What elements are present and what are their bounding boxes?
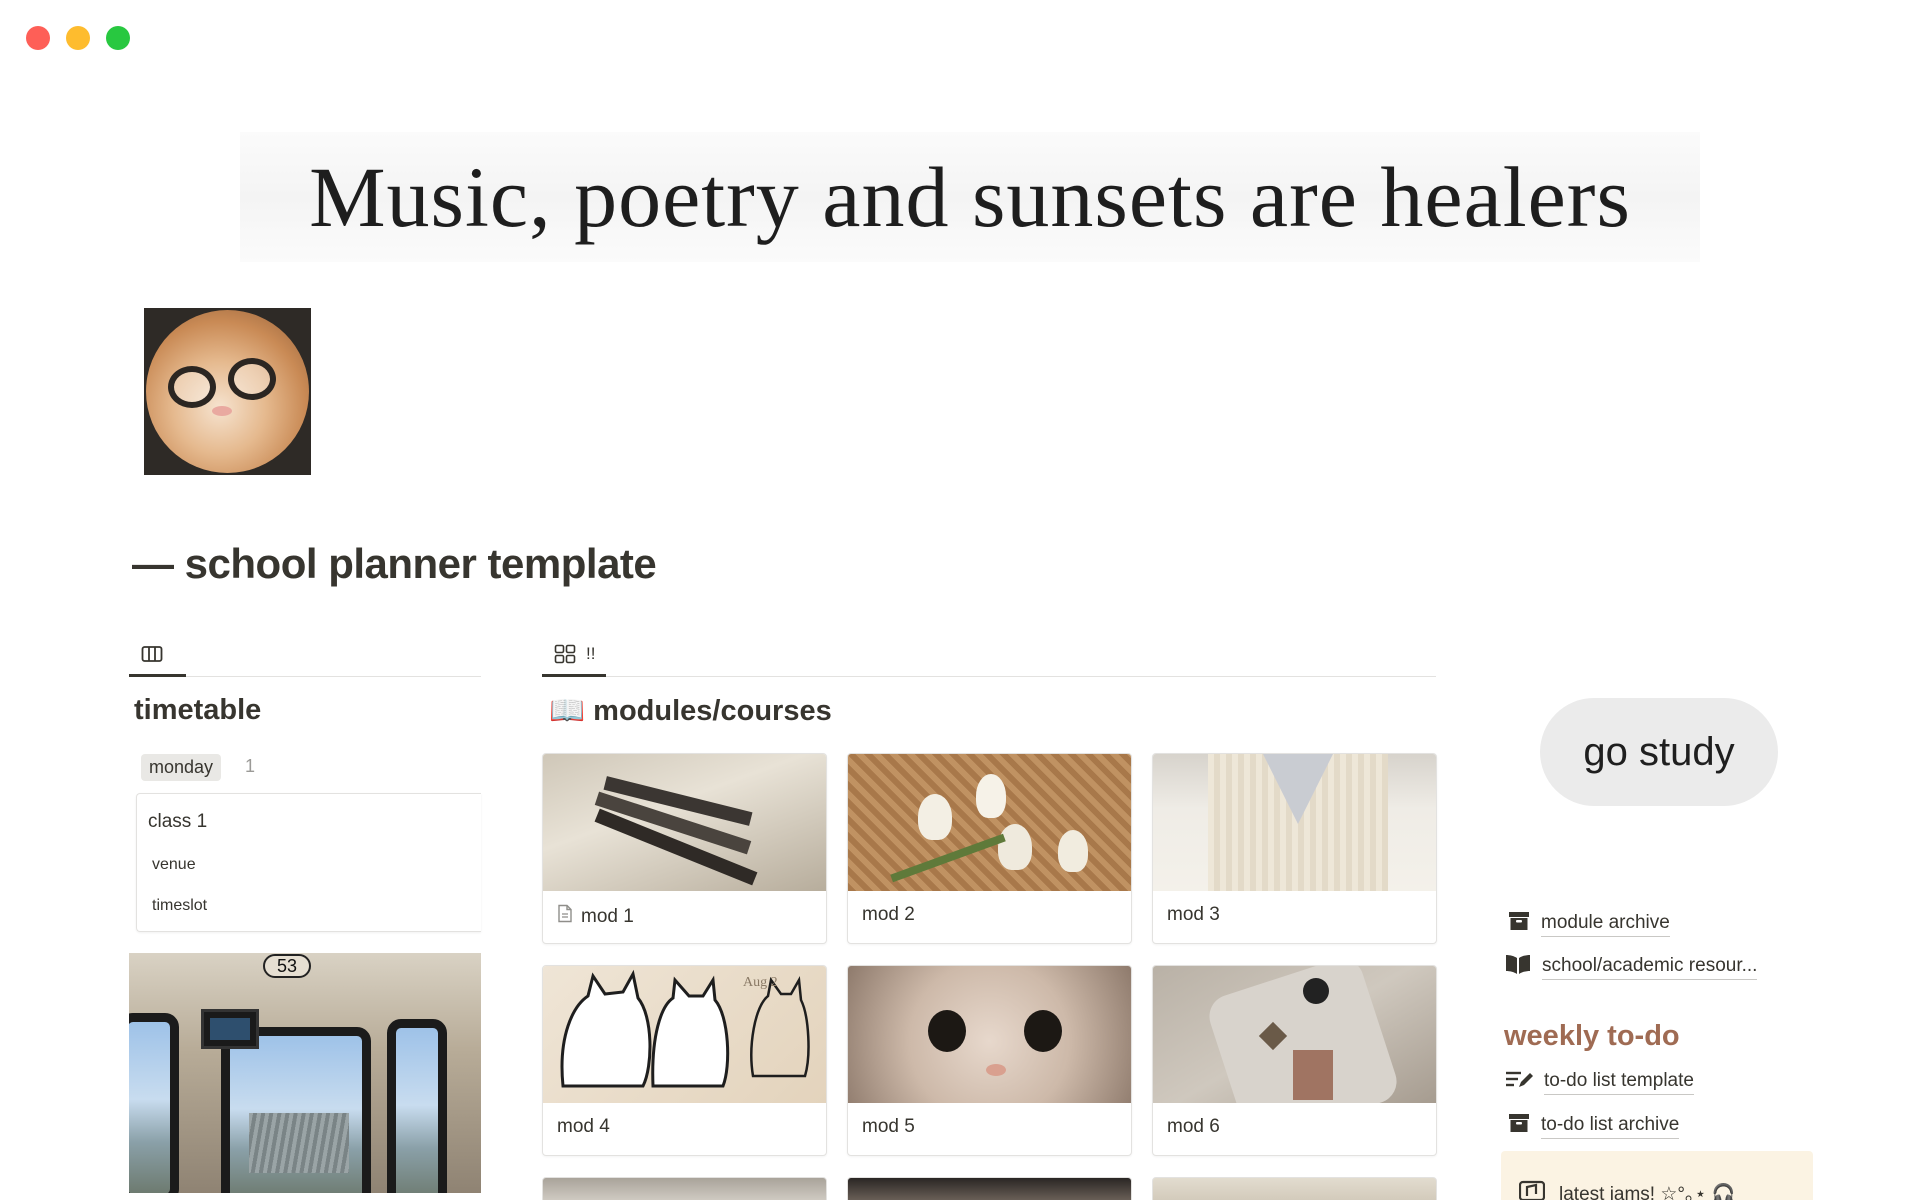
books-in-tote-bag-image bbox=[543, 754, 826, 891]
gallery-grid-icon bbox=[554, 644, 576, 664]
cat-doodles-image: Aug 2 bbox=[543, 966, 826, 1103]
module-card-5-label: mod 5 bbox=[862, 1116, 915, 1137]
module-card-2[interactable]: mod 2 bbox=[847, 753, 1132, 944]
timetable-title: timetable bbox=[134, 694, 262, 726]
module-card-4[interactable]: Aug 2 mod 4 bbox=[542, 965, 827, 1156]
archive-box-icon bbox=[1508, 910, 1530, 938]
page-icon-avatar[interactable] bbox=[144, 308, 311, 475]
tram-number-badge: 53 bbox=[263, 954, 311, 978]
tram-rail-track bbox=[249, 1113, 349, 1173]
class-venue: venue bbox=[152, 856, 196, 873]
module-card-4-label: mod 4 bbox=[557, 1116, 610, 1137]
class-timeslot: timeslot bbox=[152, 897, 208, 914]
module-card-7-partial[interactable] bbox=[542, 1177, 827, 1200]
module-card-6-label: mod 6 bbox=[1167, 1116, 1220, 1137]
module-card-9-partial[interactable] bbox=[1152, 1177, 1437, 1200]
page-title: — school planner template bbox=[132, 540, 657, 587]
modules-view-tabs: !! bbox=[542, 632, 1436, 677]
glasses-right-lens bbox=[228, 358, 276, 400]
close-window-button[interactable] bbox=[26, 26, 50, 50]
timetable-view-tabs bbox=[129, 632, 481, 677]
modules-title-text: modules/courses bbox=[593, 695, 832, 727]
archive-box-icon bbox=[1508, 1112, 1530, 1140]
board-columns-icon bbox=[141, 645, 163, 663]
module-card-3[interactable]: mod 3 bbox=[1152, 753, 1437, 944]
module-card-1[interactable]: mod 1 bbox=[542, 753, 827, 944]
list-edit-icon bbox=[1505, 1069, 1533, 1095]
banner-quote: Music, poetry and sunsets are healers bbox=[309, 149, 1631, 245]
minimize-window-button[interactable] bbox=[66, 26, 90, 50]
module-card-8-partial[interactable] bbox=[847, 1177, 1132, 1200]
open-book-icon bbox=[1505, 953, 1531, 981]
window-controls bbox=[26, 26, 130, 50]
group-count: 1 bbox=[245, 756, 256, 776]
tram-side-window-right bbox=[387, 1019, 447, 1193]
go-study-button[interactable]: go study bbox=[1540, 698, 1778, 806]
tram-window-image: 53 bbox=[129, 953, 481, 1193]
tram-display-screen bbox=[201, 1009, 259, 1049]
tram-side-window-left bbox=[129, 1013, 179, 1193]
cat-nose bbox=[212, 406, 232, 416]
modules-gallery-tab[interactable]: !! bbox=[542, 633, 606, 677]
group-monday[interactable]: monday bbox=[141, 754, 222, 781]
open-book-emoji-icon: 📖 bbox=[549, 695, 586, 727]
modules-title: 📖 modules/courses bbox=[549, 694, 832, 728]
maximize-window-button[interactable] bbox=[106, 26, 130, 50]
latest-jams-text: latest jams! ☆°｡⋆ 🎧 bbox=[1559, 1184, 1736, 1200]
module-card-6[interactable]: mod 6 bbox=[1152, 965, 1437, 1156]
knit-sweater-vest-image bbox=[1153, 754, 1436, 891]
stickered-phone-case-image bbox=[1153, 966, 1436, 1103]
module-card-3-label: mod 3 bbox=[1167, 904, 1220, 925]
module-card-5[interactable]: mod 5 bbox=[847, 965, 1132, 1156]
kitten-face-image bbox=[848, 966, 1131, 1103]
class-card[interactable]: class 1 venue timeslot bbox=[136, 793, 481, 932]
latest-jams-callout[interactable]: latest jams! ☆°｡⋆ 🎧 bbox=[1501, 1151, 1813, 1200]
academic-resources-link[interactable]: school/academic resour... bbox=[1505, 953, 1758, 981]
todo-archive-link[interactable]: to-do list archive bbox=[1508, 1112, 1680, 1140]
svg-text:Aug 2: Aug 2 bbox=[743, 975, 778, 990]
todo-template-link[interactable]: to-do list template bbox=[1505, 1069, 1694, 1095]
class-title: class 1 bbox=[148, 811, 208, 832]
module-archive-link[interactable]: module archive bbox=[1508, 910, 1670, 938]
cover-banner: Music, poetry and sunsets are healers bbox=[240, 132, 1700, 262]
weekly-todo-heading: weekly to-do bbox=[1504, 1020, 1680, 1052]
timetable-board-tab[interactable] bbox=[129, 633, 186, 677]
module-card-1-label: mod 1 bbox=[557, 904, 634, 929]
glasses-left-lens bbox=[168, 366, 216, 408]
module-card-2-label: mod 2 bbox=[862, 904, 915, 925]
music-icon bbox=[1518, 1179, 1546, 1200]
page-icon bbox=[557, 904, 573, 929]
cat-with-glasses-image bbox=[146, 310, 309, 473]
tulips-on-basket-image bbox=[848, 754, 1131, 891]
modules-tab-label: !! bbox=[586, 643, 596, 663]
